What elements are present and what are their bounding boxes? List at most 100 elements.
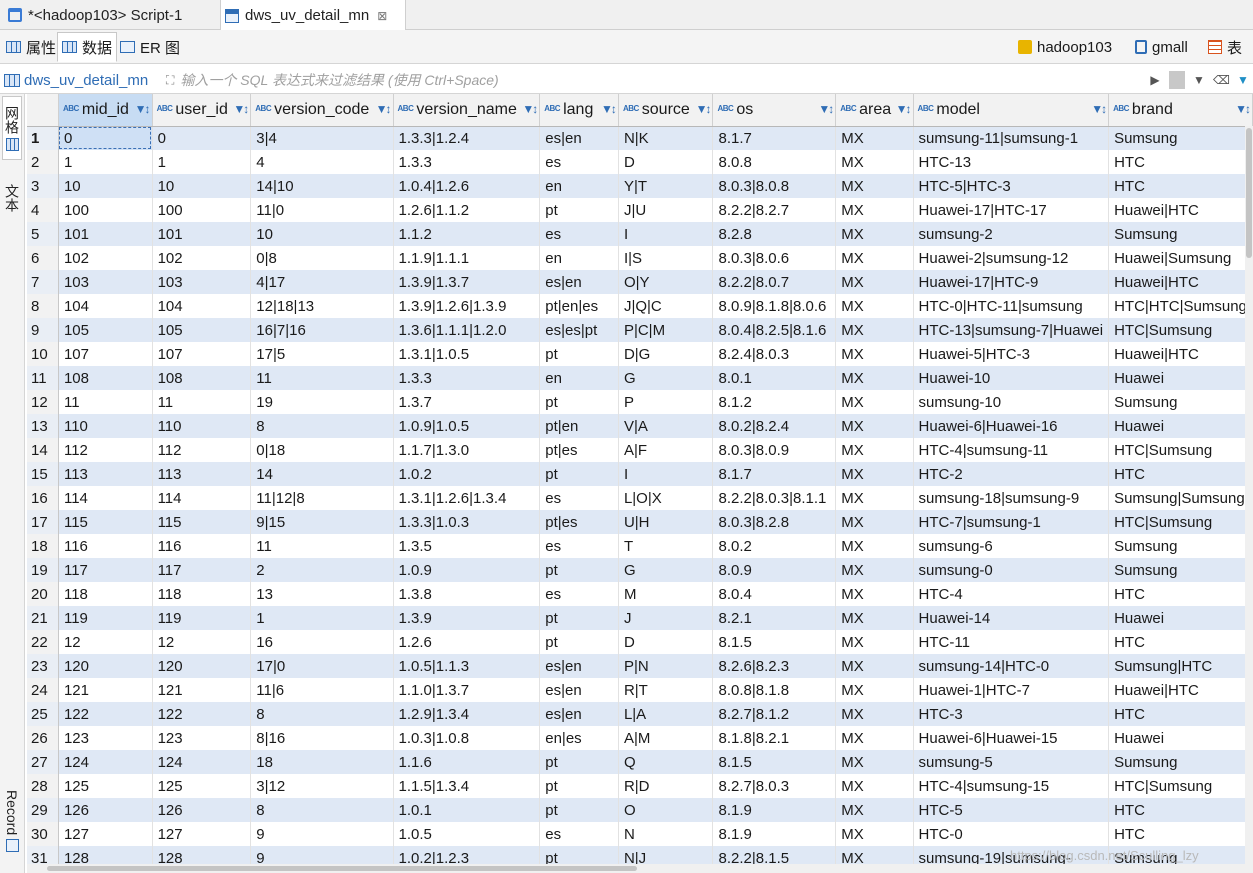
cell-brand[interactable]: HTC|HTC|Sumsung (1108, 294, 1253, 318)
cell-model[interactable]: Huawei-17|HTC-17 (913, 198, 1110, 222)
cell-area[interactable]: MX (835, 318, 914, 342)
table-row[interactable]: 10 107 107 17|5 1.3.1|1.0.5 pt D|G 8.2.4|8.0.3 M… (27, 342, 1253, 366)
cell-model[interactable]: HTC-11 (913, 630, 1110, 654)
cell-version-code[interactable]: 17|5 (250, 342, 394, 366)
cell-model[interactable]: Huawei-1|HTC-7 (913, 678, 1110, 702)
cell-model[interactable]: HTC-13|sumsung-7|Huawei (913, 318, 1110, 342)
row-number[interactable]: 7 (27, 270, 59, 294)
column-header-os[interactable]: ABC os ▼↕ (712, 94, 837, 127)
cell-os[interactable]: 8.0.9 (712, 558, 837, 582)
filter-sort-icon[interactable]: ▼↕ (522, 102, 538, 116)
filter-sort-icon[interactable]: ▼↕ (818, 102, 834, 116)
cell-version-code[interactable]: 11|0 (250, 198, 394, 222)
table-row[interactable]: 11 108 108 11 1.3.3 en G 8.0.1 MX Huawei-10 Huawei (27, 366, 1253, 390)
cell-version-name[interactable]: 1.0.4|1.2.6 (393, 174, 541, 198)
cell-version-code[interactable]: 8 (250, 702, 394, 726)
cell-source[interactable]: D (618, 150, 714, 174)
cell-brand[interactable]: Sumsung (1108, 390, 1253, 414)
cell-mid-id[interactable]: 113 (58, 462, 153, 486)
cell-os[interactable]: 8.1.9 (712, 798, 837, 822)
cell-brand[interactable]: Huawei (1108, 726, 1253, 750)
cell-user-id[interactable]: 11 (152, 390, 252, 414)
cell-mid-id[interactable]: 118 (58, 582, 153, 606)
cell-source[interactable]: L|O|X (618, 486, 714, 510)
cell-source[interactable]: T (618, 534, 714, 558)
cell-user-id[interactable]: 128 (152, 846, 252, 864)
column-header-model[interactable]: ABC model ▼↕ (913, 94, 1110, 127)
cell-os[interactable]: 8.1.7 (712, 462, 837, 486)
row-number[interactable]: 4 (27, 198, 59, 222)
cell-user-id[interactable]: 121 (152, 678, 252, 702)
cell-mid-id[interactable]: 103 (58, 270, 153, 294)
tab-data[interactable]: 数据 (57, 32, 118, 62)
cell-area[interactable]: MX (835, 510, 914, 534)
cell-user-id[interactable]: 100 (152, 198, 252, 222)
expand-icon[interactable]: ⛶ (166, 73, 174, 88)
cell-os[interactable]: 8.2.2|8.0.3|8.1.1 (712, 486, 837, 510)
cell-os[interactable]: 8.1.8|8.2.1 (712, 726, 837, 750)
cell-source[interactable]: J|Q|C (618, 294, 714, 318)
row-number[interactable]: 24 (27, 678, 59, 702)
cell-mid-id[interactable]: 0 (58, 126, 153, 150)
cell-source[interactable]: I (618, 222, 714, 246)
tab-dws-uv-detail-mn[interactable]: dws_uv_detail_mn ⊠ (220, 0, 406, 31)
cell-area[interactable]: MX (835, 750, 914, 774)
cell-version-name[interactable]: 1.1.2 (393, 222, 541, 246)
row-number[interactable]: 6 (27, 246, 59, 270)
cell-version-code[interactable]: 9|15 (250, 510, 394, 534)
cell-brand[interactable]: HTC|Sumsung (1108, 318, 1253, 342)
cell-lang[interactable]: es|en (539, 126, 619, 150)
cell-area[interactable]: MX (835, 198, 914, 222)
cell-source[interactable]: N|K (618, 126, 714, 150)
cell-source[interactable]: U|H (618, 510, 714, 534)
table-row[interactable]: 16 114 114 11|12|8 1.3.1|1.2.6|1.3.4 es L|O|X 8… (27, 486, 1253, 510)
cell-source[interactable]: N (618, 822, 714, 846)
tab-er-diagram[interactable]: ER 图 (116, 32, 184, 62)
cell-mid-id[interactable]: 112 (58, 438, 153, 462)
column-header-source[interactable]: ABC source ▼↕ (618, 94, 714, 127)
table-row[interactable]: 7 103 103 4|17 1.3.9|1.3.7 es|en O|Y 8.2.2|8.0.… (27, 270, 1253, 294)
table-row[interactable]: 27 124 124 18 1.1.6 pt Q 8.1.5 MX sumsung-5 Sumsun… (27, 750, 1253, 774)
cell-mid-id[interactable]: 126 (58, 798, 153, 822)
cell-user-id[interactable]: 113 (152, 462, 252, 486)
cell-lang[interactable]: pt (539, 846, 619, 864)
cell-source[interactable]: R|T (618, 678, 714, 702)
cell-lang[interactable]: es (539, 822, 619, 846)
filter-history-icon[interactable]: ▼ (1191, 73, 1207, 87)
filter-sort-icon[interactable]: ▼↕ (135, 102, 151, 116)
row-number-header[interactable] (27, 94, 59, 127)
cell-model[interactable]: Huawei-17|HTC-9 (913, 270, 1110, 294)
tab-script-1[interactable]: *<hadoop103> Script-1 (4, 0, 218, 30)
cell-lang[interactable]: es|en (539, 270, 619, 294)
cell-os[interactable]: 8.0.3|8.0.9 (712, 438, 837, 462)
cell-version-name[interactable]: 1.1.7|1.3.0 (393, 438, 541, 462)
row-number[interactable]: 21 (27, 606, 59, 630)
row-number[interactable]: 19 (27, 558, 59, 582)
cell-source[interactable]: P (618, 390, 714, 414)
cell-area[interactable]: MX (835, 366, 914, 390)
cell-source[interactable]: I|S (618, 246, 714, 270)
cell-os[interactable]: 8.1.9 (712, 822, 837, 846)
connection-selector[interactable]: hadoop103 (1018, 32, 1112, 62)
table-row[interactable]: 21 119 119 1 1.3.9 pt J 8.2.1 MX Huawei-14 Huawei (27, 606, 1253, 630)
cell-user-id[interactable]: 112 (152, 438, 252, 462)
cell-source[interactable]: O|Y (618, 270, 714, 294)
cell-version-code[interactable]: 4|17 (250, 270, 394, 294)
cell-version-name[interactable]: 1.1.6 (393, 750, 541, 774)
cell-user-id[interactable]: 122 (152, 702, 252, 726)
cell-mid-id[interactable]: 105 (58, 318, 153, 342)
cell-brand[interactable]: HTC (1108, 462, 1253, 486)
cell-user-id[interactable]: 116 (152, 534, 252, 558)
cell-lang[interactable]: es|es|pt (539, 318, 619, 342)
row-number[interactable]: 17 (27, 510, 59, 534)
cell-area[interactable]: MX (835, 222, 914, 246)
cell-brand[interactable]: Huawei (1108, 606, 1253, 630)
cell-version-name[interactable]: 1.3.3|1.2.4 (393, 126, 541, 150)
row-number[interactable]: 31 (27, 846, 59, 864)
cell-version-name[interactable]: 1.3.3|1.0.3 (393, 510, 541, 534)
cell-version-code[interactable]: 1 (250, 606, 394, 630)
table-row[interactable]: 13 110 110 8 1.0.9|1.0.5 pt|en V|A 8.0.2|8.2.4 M… (27, 414, 1253, 438)
cell-version-name[interactable]: 1.3.9|1.3.7 (393, 270, 541, 294)
table-row[interactable]: 23 120 120 17|0 1.0.5|1.1.3 es|en P|N 8.2.6|8.2… (27, 654, 1253, 678)
filter-sort-icon[interactable]: ▼↕ (896, 102, 912, 116)
